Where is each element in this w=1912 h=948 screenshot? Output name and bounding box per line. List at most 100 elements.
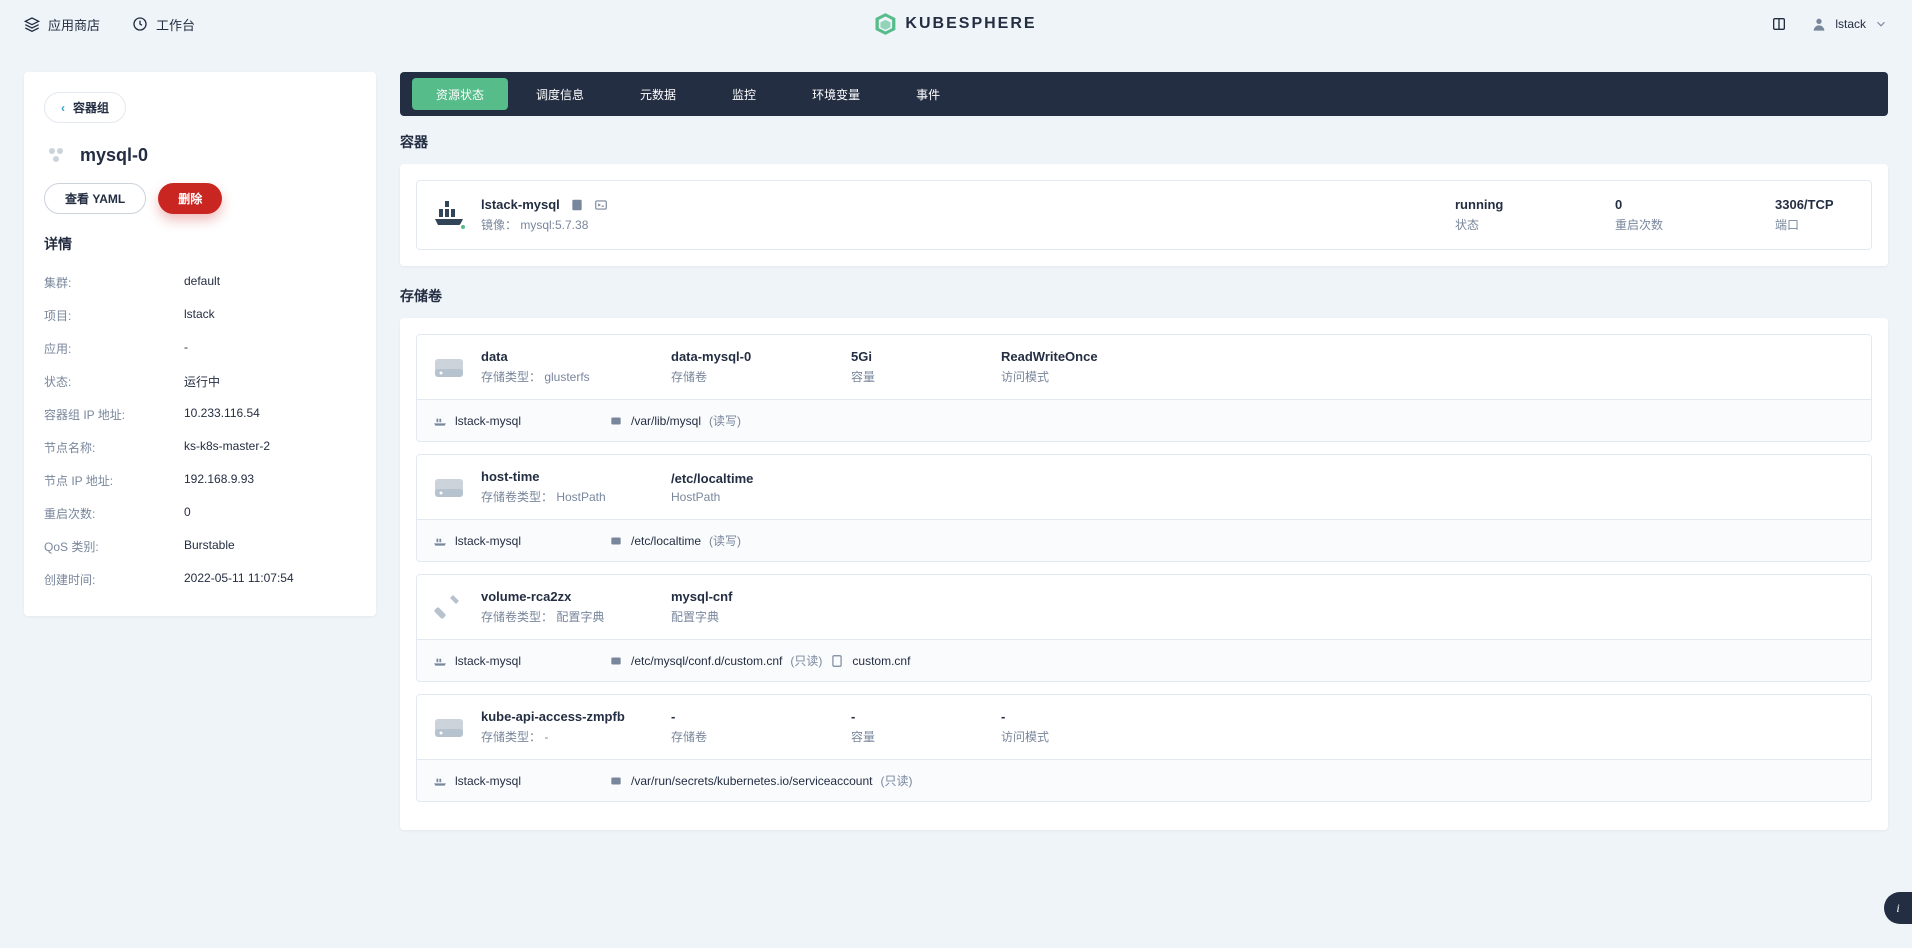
detail-label: 创建时间: (44, 571, 184, 588)
container-image: 镜像： mysql:5.7.38 (481, 216, 1455, 233)
mount-container: lstack-mysql (433, 414, 593, 428)
tab-3[interactable]: 监控 (704, 72, 784, 116)
vol-type: 存储卷类型： 配置字典 (481, 608, 631, 625)
volume-head[interactable]: kube-api-access-zmpfb存储类型： - -存储卷 -容量-访问… (417, 695, 1871, 759)
vol-capacity: 5Gi (851, 349, 961, 364)
vol-capacity-label: 容量 (851, 368, 961, 385)
vol-type: 存储卷类型： HostPath (481, 488, 631, 505)
mount-icon (609, 654, 623, 668)
vol-name: volume-rca2zx (481, 589, 631, 604)
status-label: 状态 (1455, 216, 1535, 233)
detail-sidebar: ‹ 容器组 mysql-0 查看 YAML 删除 详情 集群:default项目… (24, 72, 376, 616)
volumes-title: 存储卷 (400, 286, 1888, 306)
kubesphere-logo-icon (875, 13, 895, 35)
tab-bar: 资源状态调度信息元数据监控环境变量事件 (400, 72, 1888, 116)
view-yaml-button[interactable]: 查看 YAML (44, 183, 146, 214)
dashboard-icon (132, 16, 148, 32)
mount-path: /var/run/secrets/kubernetes.io/serviceac… (609, 772, 912, 789)
vol-pvc: mysql-cnf (671, 589, 811, 604)
containers-panel: lstack-mysql 镜像： mysql:5.7.38 running状态 … (400, 164, 1888, 266)
mount-container-name: lstack-mysql (455, 774, 521, 788)
vol-name: data (481, 349, 631, 364)
mount-access: (读写) (709, 412, 741, 429)
mount-icon (609, 774, 623, 788)
log-icon[interactable] (570, 198, 584, 212)
nav-app-store[interactable]: 应用商店 (24, 15, 100, 34)
file-icon (830, 654, 844, 668)
mount-container: lstack-mysql (433, 774, 593, 788)
volume-head[interactable]: data 存储类型： glusterfs data-mysql-0 存储卷 5Gi 容… (417, 335, 1871, 399)
language-icon[interactable] (1771, 16, 1787, 32)
detail-row: 状态:运行中 (44, 365, 356, 398)
delete-button[interactable]: 删除 (158, 183, 222, 214)
vol-pvc-label: 存储卷 (671, 368, 811, 385)
detail-row: 创建时间:2022-05-11 11:07:54 (44, 563, 356, 596)
mount-access: (读写) (709, 532, 741, 549)
port-label: 端口 (1775, 216, 1855, 233)
tab-1[interactable]: 调度信息 (508, 72, 612, 116)
detail-value: 192.168.9.93 (184, 472, 254, 489)
volume-card: kube-api-access-zmpfb存储类型： - -存储卷 -容量-访问… (416, 694, 1872, 802)
vol-pvc-label: HostPath (671, 490, 811, 504)
chevron-left-icon: ‹ (61, 101, 65, 115)
tab-5[interactable]: 事件 (888, 72, 968, 116)
terminal-icon[interactable] (594, 198, 608, 212)
nav-app-store-label: 应用商店 (48, 15, 100, 34)
mount-container-name: lstack-mysql (455, 534, 521, 548)
header-right: lstack (1771, 16, 1888, 32)
status-dot-running (459, 223, 467, 231)
hammer-icon (433, 593, 465, 621)
nav-workbench-label: 工作台 (156, 15, 195, 34)
volume-head[interactable]: host-time 存储卷类型： HostPath /etc/localtime H… (417, 455, 1871, 519)
tab-2[interactable]: 元数据 (612, 72, 704, 116)
nav-workbench[interactable]: 工作台 (132, 15, 195, 34)
disk-icon (433, 353, 465, 381)
mount-path-text: /var/run/secrets/kubernetes.io/serviceac… (631, 774, 872, 788)
detail-row: 重启次数:0 (44, 497, 356, 530)
volumes-panel: data 存储类型： glusterfs data-mysql-0 存储卷 5Gi 容… (400, 318, 1888, 830)
vol-name: host-time (481, 469, 631, 484)
store-icon (24, 16, 40, 32)
mount-container-name: lstack-mysql (455, 654, 521, 668)
volume-mount: lstack-mysql /etc/mysql/conf.d/custom.cn… (417, 639, 1871, 681)
detail-label: 集群: (44, 274, 184, 291)
detail-value: 10.233.116.54 (184, 406, 260, 423)
mount-path: /var/lib/mysql (读写) (609, 412, 741, 429)
pod-name: mysql-0 (80, 145, 148, 166)
mount-path: /etc/localtime (读写) (609, 532, 741, 549)
detail-value: Burstable (184, 538, 235, 555)
detail-value: 运行中 (184, 373, 220, 390)
detail-value: - (184, 340, 188, 357)
vol-pvc: /etc/localtime (671, 471, 811, 486)
mount-icon (609, 534, 623, 548)
volume-head[interactable]: volume-rca2zx存储卷类型： 配置字典 mysql-cnf配置字典 (417, 575, 1871, 639)
help-float-button[interactable]: i (1884, 892, 1912, 924)
user-menu[interactable]: lstack (1811, 16, 1888, 32)
container-small-icon (433, 534, 447, 548)
mount-icon (609, 414, 623, 428)
tab-0[interactable]: 资源状态 (412, 78, 508, 110)
detail-label: 状态: (44, 373, 184, 390)
detail-label: 节点名称: (44, 439, 184, 456)
volume-mount: lstack-mysql /var/lib/mysql (读写) (417, 399, 1871, 441)
top-header: 应用商店 工作台 KUBESPHERE lstack (0, 0, 1912, 48)
mount-path: /etc/mysql/conf.d/custom.cnf (只读) custom… (609, 652, 910, 669)
header-left: 应用商店 工作台 (24, 15, 195, 34)
vol-accessmode: ReadWriteOnce (1001, 349, 1161, 364)
mount-container: lstack-mysql (433, 534, 593, 548)
container-card[interactable]: lstack-mysql 镜像： mysql:5.7.38 running状态 … (416, 180, 1872, 250)
details-title: 详情 (44, 234, 356, 254)
container-small-icon (433, 774, 447, 788)
vol-pvc: - (671, 709, 811, 724)
detail-label: QoS 类别: (44, 538, 184, 555)
detail-row: QoS 类别:Burstable (44, 530, 356, 563)
vol-accessmode-label: 访问模式 (1001, 728, 1161, 745)
tab-4[interactable]: 环境变量 (784, 72, 888, 116)
back-button[interactable]: ‹ 容器组 (44, 92, 126, 123)
action-buttons: 查看 YAML 删除 (44, 183, 356, 214)
detail-value: default (184, 274, 220, 291)
vol-pvc: data-mysql-0 (671, 349, 811, 364)
vol-accessmode: - (1001, 709, 1161, 724)
vol-type: 存储类型： glusterfs (481, 368, 631, 385)
detail-list: 集群:default项目:lstack应用:-状态:运行中容器组 IP 地址:1… (44, 266, 356, 596)
